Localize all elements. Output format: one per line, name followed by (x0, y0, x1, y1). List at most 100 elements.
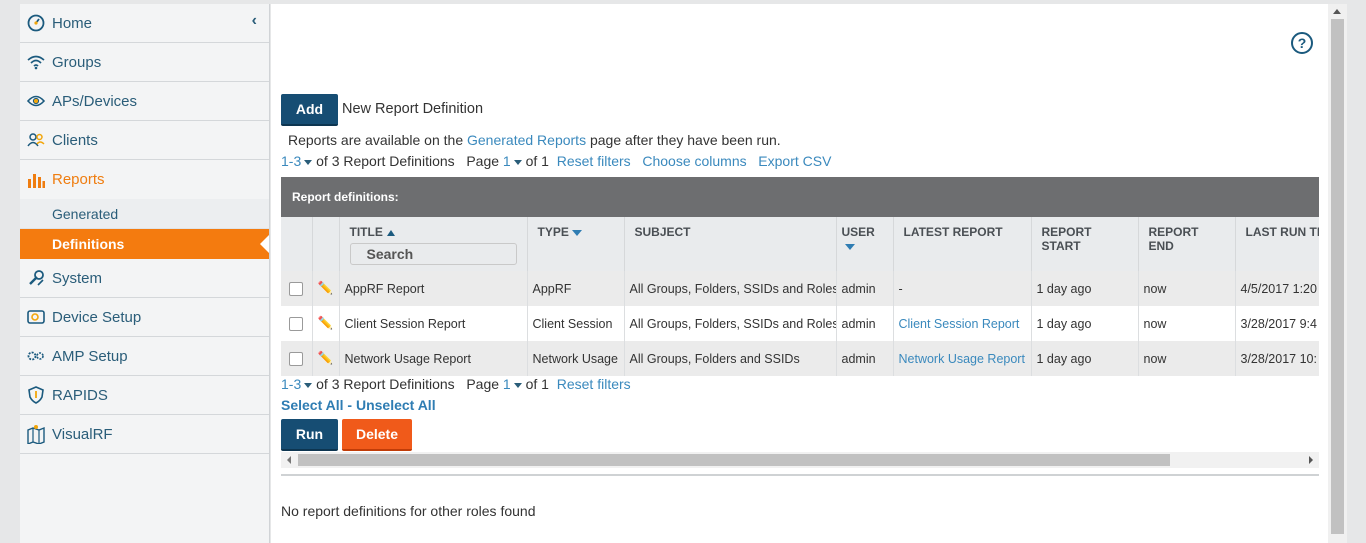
row-report-start: 1 day ago (1030, 341, 1138, 376)
sidebar-subitem-definitions[interactable]: Definitions (20, 229, 269, 259)
select-separator: - (347, 397, 353, 413)
filter-icon[interactable] (571, 229, 582, 236)
pencil-icon[interactable]: ✏️ (318, 316, 334, 330)
page-select[interactable]: 1 (503, 153, 511, 169)
sidebar-item-aps-devices[interactable]: APs/Devices (20, 82, 269, 121)
column-user-label: USER (841, 225, 875, 239)
wifi-icon (26, 52, 46, 72)
page-select[interactable]: 1 (503, 376, 511, 392)
title-search-input[interactable]: Search (349, 243, 517, 265)
count-text: of 3 Report Definitions (316, 376, 455, 392)
page-of: of 1 (525, 376, 549, 392)
table-row: ✏️ AppRF Report AppRF All Groups, Folder… (281, 271, 1319, 306)
sidebar-item-label: Home (52, 14, 93, 32)
row-title: AppRF Report (338, 271, 527, 306)
row-checkbox[interactable] (289, 351, 304, 366)
sidebar-item-reports[interactable]: Reports (20, 160, 269, 199)
pager-bottom: 1-3 of 3 Report Definitions Page 1 of 1 … (281, 376, 631, 392)
row-title: Client Session Report (338, 306, 527, 341)
export-csv-link[interactable]: Export CSV (758, 153, 831, 169)
sidebar-item-clients[interactable]: Clients (20, 121, 269, 160)
row-last-run: 4/5/2017 1:20 (1234, 271, 1319, 306)
reset-filters-link[interactable]: Reset filters (557, 153, 631, 169)
range-select[interactable]: 1-3 (281, 153, 301, 169)
report-definitions-table: Report definitions: TITLE Search TYPE SU… (281, 177, 1319, 377)
row-report-start: 1 day ago (1030, 271, 1138, 306)
row-latest-report-link[interactable]: Network Usage Report (892, 341, 1031, 376)
row-title: Network Usage Report (338, 341, 527, 376)
sidebar-item-label: RAPIDS (52, 386, 108, 404)
row-subject: All Groups, Folders and SSIDs (623, 341, 836, 376)
sidebar-subitem-generated[interactable]: Generated (20, 199, 269, 229)
reset-filters-link[interactable]: Reset filters (557, 376, 631, 392)
info-suffix: page after they have been run. (589, 132, 781, 148)
sidebar-item-label: APs/Devices (52, 92, 138, 110)
sidebar-item-label: Groups (52, 53, 102, 71)
main-content: ? Add New Report Definition Reports are … (271, 4, 1328, 543)
column-header-report-end[interactable]: REPORT END (1137, 217, 1235, 271)
add-report-button[interactable]: Add (281, 94, 338, 126)
map-icon (26, 424, 46, 444)
sidebar-item-groups[interactable]: Groups (20, 43, 269, 82)
chevron-down-icon[interactable] (513, 382, 522, 388)
sidebar-item-label: Clients (52, 131, 98, 149)
sidebar-item-label: Reports (52, 171, 105, 188)
unselect-all-link[interactable]: Unselect All (356, 397, 436, 413)
column-end-label: REPORT END (1148, 225, 1199, 253)
help-button[interactable]: ? (1291, 32, 1313, 54)
shield-icon (26, 385, 46, 405)
column-header-type[interactable]: TYPE (526, 217, 624, 271)
sidebar-item-visualrf[interactable]: VisualRF (20, 415, 269, 454)
select-column-header (281, 217, 312, 271)
gauge-icon (26, 13, 46, 33)
row-latest-report-link[interactable]: Client Session Report (892, 306, 1031, 341)
row-subject: All Groups, Folders, SSIDs and Roles (623, 271, 836, 306)
sidebar-item-device-setup[interactable]: Device Setup (20, 298, 269, 337)
column-header-latest-report[interactable]: LATEST REPORT (892, 217, 1031, 271)
chevron-down-icon[interactable] (304, 382, 313, 388)
chevron-down-icon[interactable] (513, 159, 522, 165)
sidebar-item-home[interactable]: Home ‹ (20, 4, 269, 43)
column-header-user[interactable]: USER (835, 217, 893, 271)
sidebar-item-system[interactable]: System (20, 259, 269, 298)
column-header-subject[interactable]: SUBJECT (623, 217, 836, 271)
filter-icon[interactable] (844, 243, 855, 250)
generated-reports-link[interactable]: Generated Reports (467, 132, 586, 148)
run-button[interactable]: Run (281, 419, 338, 451)
row-last-run: 3/28/2017 10: (1234, 341, 1319, 376)
column-header-title[interactable]: TITLE Search (338, 217, 527, 271)
row-checkbox[interactable] (289, 281, 304, 296)
delete-button[interactable]: Delete (342, 419, 412, 451)
scroll-up-icon[interactable] (1333, 9, 1341, 14)
sidebar-item-label: VisualRF (52, 425, 113, 443)
bar-chart-icon (26, 170, 46, 190)
column-latest-label: LATEST REPORT (903, 225, 1003, 239)
row-type: AppRF (526, 271, 624, 306)
column-header-last-run[interactable]: LAST RUN TI (1234, 217, 1319, 271)
vertical-scrollbar[interactable] (1328, 4, 1347, 543)
row-last-run: 3/28/2017 9:4 (1234, 306, 1319, 341)
sort-ascending-icon[interactable] (386, 229, 395, 236)
vertical-scroll-thumb[interactable] (1331, 19, 1344, 534)
horizontal-scroll-thumb[interactable] (298, 454, 1170, 466)
choose-columns-link[interactable]: Choose columns (642, 153, 746, 169)
sidebar-item-rapids[interactable]: RAPIDS (20, 376, 269, 415)
row-checkbox[interactable] (289, 316, 304, 331)
sidebar-item-label: AMP Setup (52, 347, 128, 365)
divider (281, 474, 1319, 476)
scroll-right-icon[interactable] (1309, 456, 1313, 464)
column-subject-label: SUBJECT (634, 225, 691, 239)
pencil-icon[interactable]: ✏️ (318, 281, 334, 295)
range-select[interactable]: 1-3 (281, 376, 301, 392)
chevron-down-icon[interactable] (304, 159, 313, 165)
column-header-report-start[interactable]: REPORT START (1030, 217, 1138, 271)
pencil-icon[interactable]: ✏️ (318, 351, 334, 365)
users-icon (26, 130, 46, 150)
collapse-sidebar-icon[interactable]: ‹ (252, 12, 257, 30)
selection-links: Select All - Unselect All (281, 397, 436, 413)
sidebar-item-amp-setup[interactable]: AMP Setup (20, 337, 269, 376)
row-subject: All Groups, Folders, SSIDs and Roles (623, 306, 836, 341)
horizontal-scrollbar[interactable] (281, 452, 1319, 468)
scroll-left-icon[interactable] (287, 456, 291, 464)
select-all-link[interactable]: Select All (281, 397, 344, 413)
